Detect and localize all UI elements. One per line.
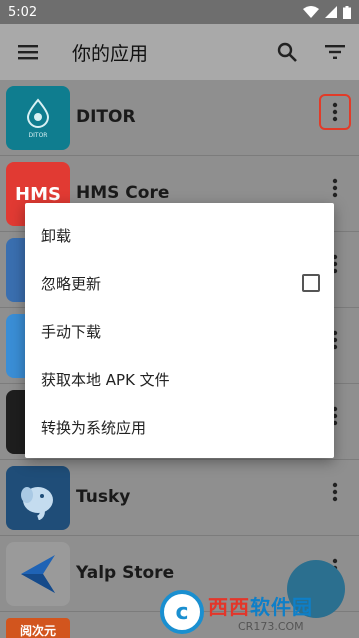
- hamburger-menu-icon[interactable]: [0, 24, 56, 80]
- app-name: DITOR: [76, 107, 136, 127]
- app-icon: [6, 542, 70, 606]
- watermark-logo: c 西西软件园 CR173.COM: [160, 586, 359, 638]
- context-menu: 卸载 忽略更新 手动下载 获取本地 APK 文件 转换为系统应用: [25, 203, 334, 458]
- battery-icon: [343, 5, 351, 19]
- app-icon-text: 阅次元: [19, 624, 56, 638]
- menu-item-label: 转换为系统应用: [41, 418, 147, 437]
- app-name: Tusky: [76, 487, 131, 507]
- watermark-c-icon: c: [160, 590, 204, 634]
- more-options-icon[interactable]: [319, 94, 351, 130]
- app-icon-text: HMS: [15, 183, 61, 205]
- mastodon-elephant-icon: [21, 487, 53, 520]
- page-title: 你的应用: [72, 42, 149, 65]
- list-item[interactable]: Tusky: [0, 460, 359, 536]
- menu-item-get-local-apk[interactable]: 获取本地 APK 文件: [25, 355, 334, 403]
- menu-item-label: 手动下载: [41, 322, 102, 341]
- menu-item-uninstall[interactable]: 卸载: [25, 211, 334, 259]
- app-bar: 你的应用: [0, 24, 359, 80]
- menu-item-label: 卸载: [41, 226, 72, 245]
- list-item[interactable]: DITOR DITOR: [0, 80, 359, 156]
- app-icon: 阅次元: [6, 618, 70, 638]
- menu-item-ignore-updates[interactable]: 忽略更新: [25, 259, 334, 307]
- menu-item-label: 获取本地 APK 文件: [41, 370, 170, 389]
- menu-item-label: 忽略更新: [41, 274, 102, 293]
- menu-item-convert-to-system-app[interactable]: 转换为系统应用: [25, 403, 334, 451]
- watermark-url: CR173.COM: [238, 620, 304, 633]
- app-icon: DITOR: [6, 86, 70, 150]
- app-name: Yalp Store: [76, 563, 175, 583]
- yalp-store-logo-icon: [21, 555, 55, 593]
- watermark-text: 西西软件园 CR173.COM: [208, 591, 313, 633]
- signal-icon: [325, 6, 337, 18]
- watermark-logo-letter: c: [175, 599, 189, 625]
- watermark-cn-part1: 西西: [208, 595, 250, 619]
- menu-item-manual-download[interactable]: 手动下载: [25, 307, 334, 355]
- status-bar: 5:02: [0, 0, 359, 24]
- status-time: 5:02: [8, 4, 38, 20]
- watermark-cn-part2: 软件园: [250, 595, 313, 619]
- app-name: HMS Core: [76, 183, 170, 203]
- filter-icon[interactable]: [311, 24, 359, 80]
- more-options-icon[interactable]: [319, 474, 351, 510]
- ignore-updates-checkbox[interactable]: [302, 274, 320, 292]
- wifi-icon: [303, 6, 319, 18]
- status-icons: [303, 5, 351, 19]
- more-options-icon[interactable]: [319, 170, 351, 206]
- app-icon: [6, 466, 70, 530]
- app-icon-text: DITOR: [28, 131, 48, 139]
- search-icon[interactable]: [263, 24, 311, 80]
